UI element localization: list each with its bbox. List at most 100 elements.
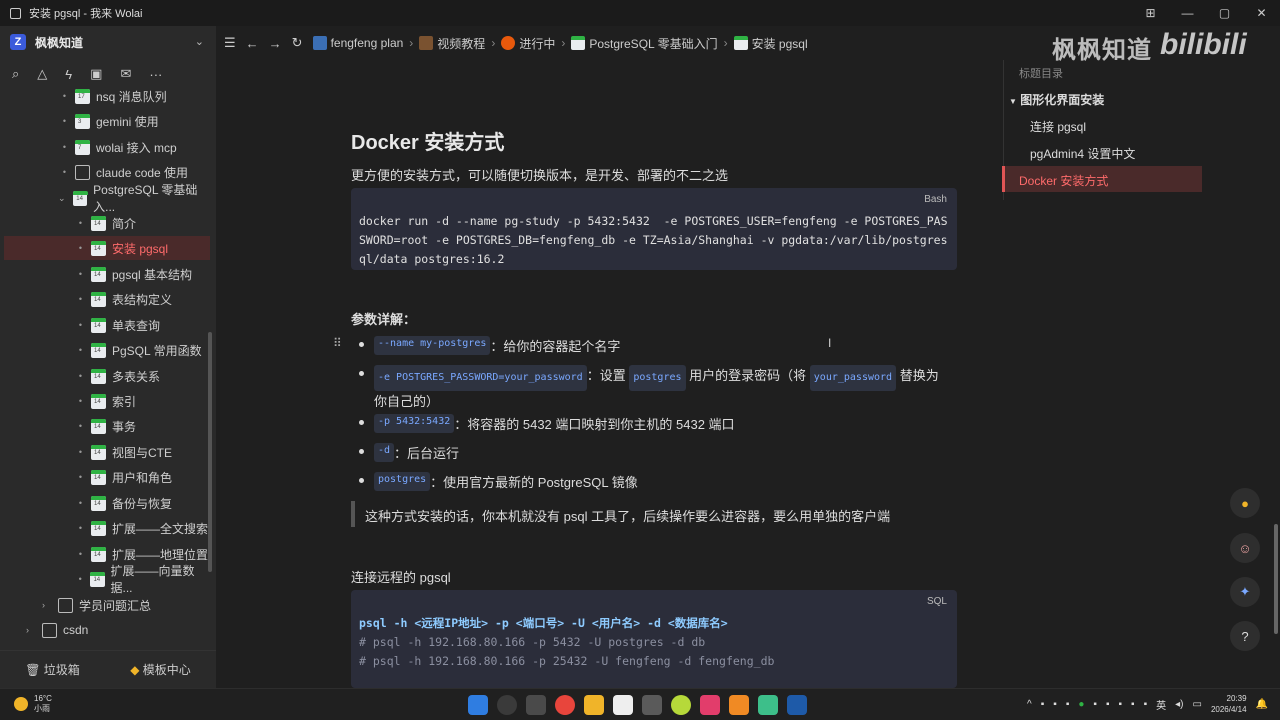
wechat-icon[interactable]: ●	[1078, 699, 1084, 710]
chevron-right-icon[interactable]: ›	[42, 600, 52, 610]
input-language[interactable]: 英	[1156, 697, 1166, 712]
toc-item-active[interactable]: Docker 安装方式	[1019, 172, 1108, 189]
sidebar-item[interactable]: • 14 扩展——全文搜索	[0, 516, 210, 540]
app-icon[interactable]	[671, 695, 691, 715]
breadcrumb-item[interactable]: fengfeng plan ›	[312, 36, 413, 50]
caret-down-icon: ▼	[1009, 97, 1017, 106]
search-icon[interactable]: ⌕	[12, 66, 19, 82]
tray-icon[interactable]: ▪	[1066, 699, 1070, 710]
sidebar-item[interactable]: • 7 wolai 接入 mcp	[0, 135, 210, 159]
app-icon[interactable]	[758, 695, 778, 715]
close-button[interactable]: ✕	[1243, 0, 1280, 26]
task-view-icon[interactable]	[526, 695, 546, 715]
minimize-button[interactable]: —	[1169, 0, 1206, 26]
toc-item[interactable]: 连接 pgsql	[1030, 118, 1086, 135]
app-icon[interactable]	[642, 695, 662, 715]
window-titlebar: 安装 pgsql - 我来 Wolai ⊞ — ▢ ✕	[0, 0, 1280, 26]
chevron-up-icon[interactable]: ^	[1027, 699, 1032, 710]
maximize-button[interactable]: ▢	[1206, 0, 1243, 26]
sidebar-item[interactable]: • 14 PgSQL 常用函数	[0, 338, 210, 362]
chevron-right-icon[interactable]: ›	[26, 625, 36, 635]
weather-widget[interactable]: 16°C 小雨	[14, 694, 52, 714]
sidebar-item-active[interactable]: • 14 安装 pgsql	[4, 236, 210, 260]
remote-title: 连接远程的 pgsql	[351, 570, 451, 585]
more-icon[interactable]: ···	[149, 67, 162, 82]
bullet-icon: •	[78, 243, 83, 253]
breadcrumb-item[interactable]: 进行中 ›	[501, 35, 565, 52]
file-explorer-icon[interactable]	[584, 695, 604, 715]
notification-icon[interactable]: 🔔	[1256, 699, 1268, 710]
clock[interactable]: 20:39 2026/4/14	[1211, 693, 1247, 715]
sidebar-item[interactable]: • 14 单表查询	[0, 313, 210, 337]
breadcrumb-item[interactable]: 视频教程 ›	[419, 35, 495, 52]
grid-icon[interactable]: ⊞	[1132, 0, 1169, 26]
templates-button[interactable]: ◆ 模板中心	[130, 661, 191, 678]
chevron-down-icon[interactable]: ⌄	[58, 193, 67, 204]
sidebar-item-label: csdn	[63, 623, 89, 637]
content-scrollbar[interactable]	[1274, 524, 1278, 634]
page-icon	[733, 36, 748, 50]
chrome-icon[interactable]	[555, 695, 575, 715]
sidebar-item[interactable]: • 14 索引	[0, 389, 210, 413]
chevron-down-icon[interactable]: ⌄	[195, 35, 204, 48]
refresh-icon[interactable]: ↻	[292, 35, 303, 51]
toc-item[interactable]: ▼ 图形化界面安装	[1009, 91, 1104, 108]
tray-icon[interactable]: ▪	[1041, 699, 1045, 710]
sidebar-item[interactable]: • 14 视图与CTE	[0, 440, 210, 464]
sidebar-item[interactable]: • 3 gemini 使用	[0, 109, 210, 133]
tray-icon[interactable]: ▪	[1093, 699, 1097, 710]
tray-icon[interactable]: ▪	[1144, 699, 1148, 710]
workspace-switcher[interactable]: Z 枫枫知道 ⌄	[0, 26, 216, 58]
sidebar-item[interactable]: • 14 表结构定义	[0, 287, 210, 311]
go-app-icon[interactable]	[787, 695, 807, 715]
sidebar-item[interactable]: › 学员问题汇总	[0, 593, 210, 617]
app-icon[interactable]	[700, 695, 720, 715]
sidebar-item[interactable]: • 14 pgsql 基本结构	[0, 262, 210, 286]
avatar-button[interactable]: ☺	[1230, 533, 1260, 563]
drag-handle-icon[interactable]: ⠿	[333, 336, 342, 350]
back-icon[interactable]: ←	[246, 36, 259, 51]
breadcrumb-item-current[interactable]: 安装 pgsql	[733, 35, 808, 52]
page-icon: 14	[91, 393, 106, 409]
trash-button[interactable]: 🗑 垃圾箱	[25, 661, 80, 678]
breadcrumb-item[interactable]: PostgreSQL 零基础入门 ›	[571, 35, 728, 52]
ai-assistant-button[interactable]: ✦	[1230, 577, 1260, 607]
lightning-icon[interactable]: ϟ	[65, 67, 72, 82]
coin-button[interactable]: ●	[1230, 488, 1260, 518]
sidebar-item[interactable]: • 14 扩展——向量数据...	[0, 564, 210, 595]
sidebar-item[interactable]: • 17 nsq 消息队列	[0, 84, 210, 108]
tray-icon[interactable]: ▪	[1119, 699, 1123, 710]
workspace-logo-icon: Z	[10, 34, 26, 50]
sidebar-item[interactable]: • 14 事务	[0, 414, 210, 438]
search-icon[interactable]	[497, 695, 517, 715]
workspace-name: 枫枫知道	[35, 35, 84, 50]
forward-icon[interactable]: →	[269, 36, 282, 51]
tray-icon[interactable]: ▪	[1131, 699, 1135, 710]
code-block-sql[interactable]: SQL psql -h <远程IP地址> -p <端口号> -U <用户名> -…	[351, 590, 957, 688]
sidebar-item[interactable]: • 14 用户和角色	[0, 465, 210, 489]
menu-icon[interactable]: ☰	[224, 35, 236, 51]
bullet-icon: •	[62, 116, 67, 126]
tray-icon[interactable]: ▪	[1106, 699, 1110, 710]
ai-icon[interactable]: △	[37, 66, 47, 82]
sidebar-item[interactable]: ⌄ 14 PostgreSQL 零基础入...	[0, 183, 210, 214]
tray-icon[interactable]: ▪	[1053, 699, 1057, 710]
calendar-icon[interactable]: ▣	[90, 66, 102, 82]
inbox-icon[interactable]: ✉	[120, 66, 131, 82]
help-button[interactable]: ?	[1230, 621, 1260, 651]
sidebar-item[interactable]: • 14 多表关系	[0, 364, 210, 388]
speaker-icon[interactable]: ◂)	[1175, 699, 1183, 710]
sidebar-item[interactable]: › csdn	[0, 618, 210, 642]
windows-start-icon[interactable]	[468, 695, 488, 715]
sidebar-scrollbar[interactable]	[208, 332, 212, 572]
wolai-app-icon[interactable]	[613, 695, 633, 715]
code-block-bash[interactable]: Bash docker run -d --name pg-study -p 54…	[351, 188, 957, 270]
app-icon[interactable]	[729, 695, 749, 715]
list-item: -e POSTGRES_PASSWORD=your_password ：设置 p…	[374, 365, 954, 413]
sidebar-item[interactable]: • 14 简介	[0, 211, 210, 235]
page-icon	[312, 36, 327, 50]
toc-item[interactable]: pgAdmin4 设置中文	[1030, 145, 1135, 162]
network-icon[interactable]: ▭	[1193, 699, 1202, 710]
bullet-icon: •	[62, 91, 67, 101]
sidebar-item[interactable]: • 14 备份与恢复	[0, 491, 210, 515]
